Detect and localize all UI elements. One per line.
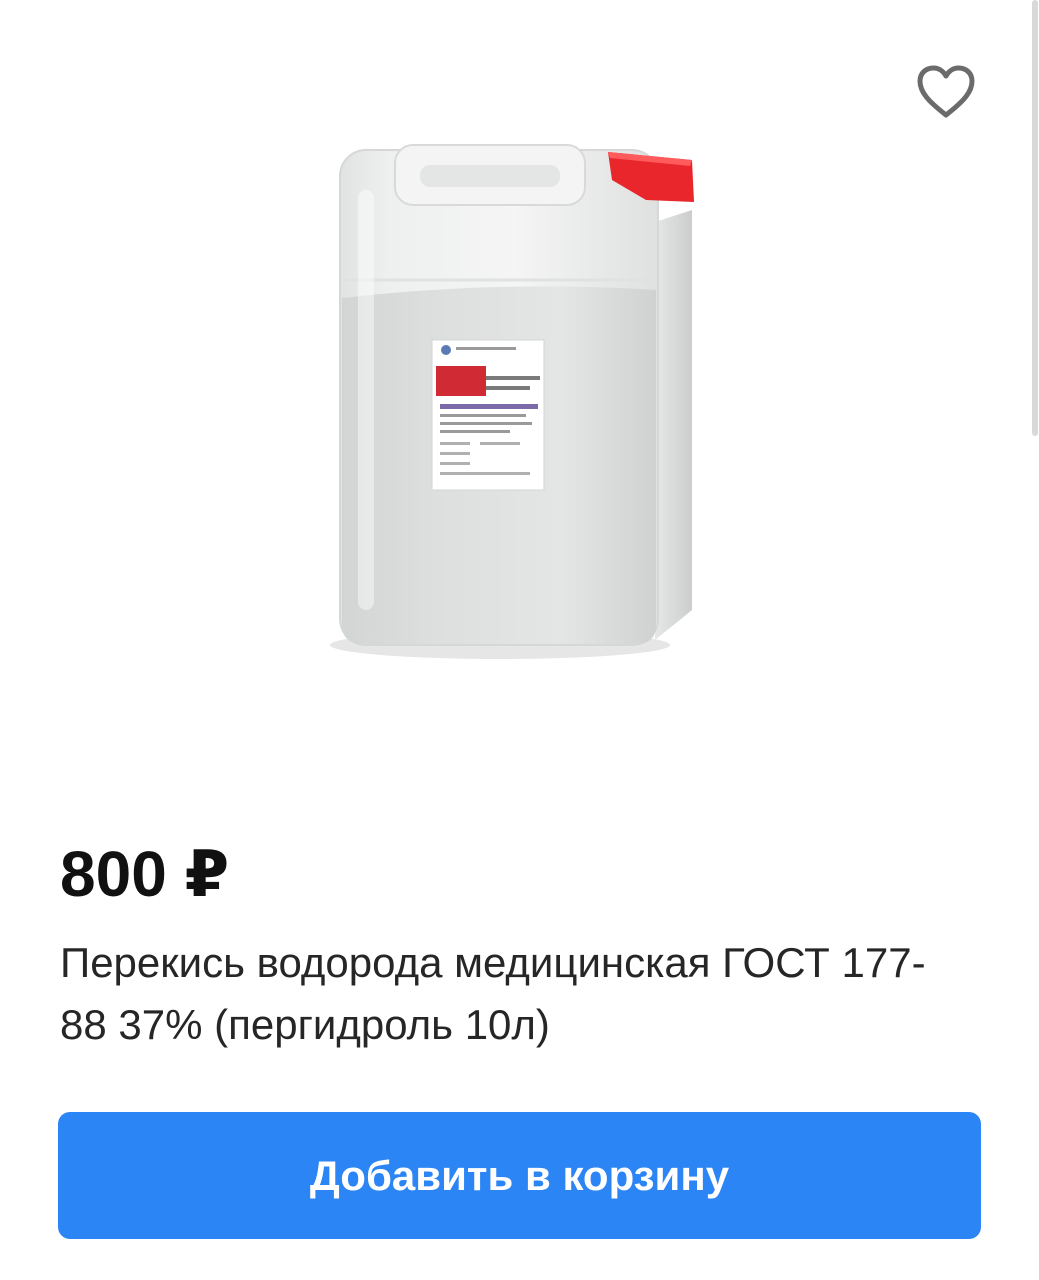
add-to-cart-label: Добавить в корзину bbox=[309, 1151, 730, 1199]
favorite-button[interactable] bbox=[910, 60, 982, 124]
add-to-cart-button[interactable]: Добавить в корзину bbox=[58, 1112, 981, 1239]
heart-outline-icon bbox=[917, 65, 975, 118]
scrollbar-thumb[interactable] bbox=[1032, 0, 1038, 436]
scrollbar[interactable] bbox=[1031, 0, 1039, 1280]
product-image[interactable] bbox=[300, 130, 720, 670]
product-price: 800 ₽ bbox=[60, 838, 230, 910]
product-card: 800 ₽ Перекись водорода медицинская ГОСТ… bbox=[0, 0, 1039, 1280]
product-title[interactable]: Перекись водорода медицинская ГОСТ 177-8… bbox=[60, 932, 960, 1056]
